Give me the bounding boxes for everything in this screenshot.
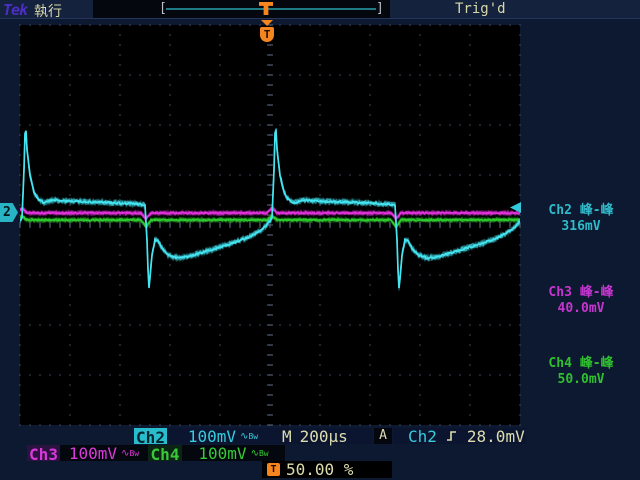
horizontal-position-value: 50.00 % [286, 460, 353, 479]
ch4-scale-value: 100mV [198, 444, 246, 463]
ac-coupling-icon: ∿ [121, 448, 129, 459]
ac-coupling-icon: ∿ [251, 448, 259, 459]
trigger-source: Ch2 [408, 427, 437, 446]
oscilloscope-screen: Tek 執行 [ ] Trig'd T 2 Ch2 峰-峰 316mV Ch3 … [0, 0, 640, 480]
measurement-value: 40.0mV [522, 301, 640, 317]
measurement-label: Ch4 峰-峰 [522, 356, 640, 372]
trigger-readout: Ch2 28.0mV [393, 428, 526, 444]
waveform-canvas [0, 0, 640, 480]
trigger-level: 28.0mV [467, 427, 525, 446]
timebase-readout: M 200µs [279, 428, 373, 444]
measurement-ch2-peak-to-peak: Ch2 峰-峰 316mV [522, 203, 640, 235]
ch3-scale-value: 100mV [69, 444, 117, 463]
bandwidth-limit-icon: Bw [259, 449, 269, 458]
timebase-label: M [282, 427, 292, 446]
ch3-readout-box: Ch3 [27, 445, 60, 461]
ch4-scale-readout: 100mV ∿ Bw [182, 445, 285, 461]
measurement-ch3-peak-to-peak: Ch3 峰-峰 40.0mV [522, 285, 640, 317]
trigger-position-badge-icon: T [260, 27, 274, 42]
measurement-label: Ch3 峰-峰 [522, 285, 640, 301]
measurement-label: Ch2 峰-峰 [522, 203, 640, 219]
bandwidth-limit-icon: Bw [129, 449, 139, 458]
ch3-scale-readout: 100mV ∿ Bw [60, 445, 148, 461]
trigger-mode-label: A [374, 428, 392, 444]
bandwidth-limit-icon: Bw [248, 432, 258, 441]
ch4-readout-box: Ch4 [148, 445, 182, 461]
horizontal-position-readout: T 50.00 % [262, 461, 392, 478]
timebase-value: 200µs [300, 427, 348, 446]
ac-coupling-icon: ∿ [240, 431, 248, 442]
rising-edge-icon [446, 430, 458, 442]
bottom-status-bar: Ch2 100mV ∿ Bw M 200µs A Ch2 28.0mV Ch3 … [0, 427, 640, 480]
measurement-ch4-peak-to-peak: Ch4 峰-峰 50.0mV [522, 356, 640, 388]
ch2-scale-readout: 100mV ∿ Bw [167, 428, 279, 444]
trigger-icon: T [267, 463, 280, 476]
measurement-value: 50.0mV [522, 372, 640, 388]
measurement-value: 316mV [522, 219, 640, 235]
ch2-readout-box: Ch2 [134, 428, 167, 444]
